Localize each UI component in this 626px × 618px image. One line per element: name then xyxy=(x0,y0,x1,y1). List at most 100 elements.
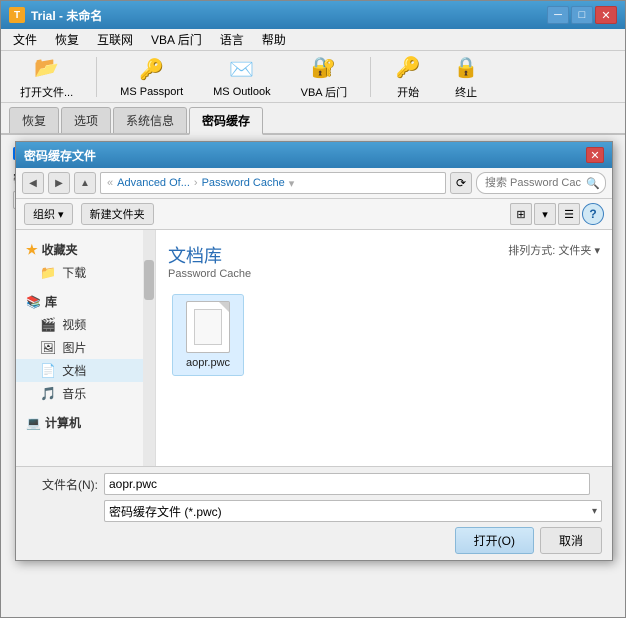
title-bar-left: T Trial - 未命名 xyxy=(9,7,102,24)
app-icon: T xyxy=(9,7,25,23)
nav-videos[interactable]: 🎬 视频 xyxy=(16,313,155,336)
menu-internet[interactable]: 互联网 xyxy=(89,29,141,50)
file-item-aopr-pwc[interactable]: aopr.pwc xyxy=(172,294,244,376)
refresh-button[interactable]: ⟳ xyxy=(450,172,472,194)
scrollbar-thumb[interactable] xyxy=(144,260,154,300)
title-bar: T Trial - 未命名 ─ □ ✕ xyxy=(1,1,625,29)
menu-bar: 文件 恢复 互联网 VBA 后门 语言 帮助 xyxy=(1,29,625,51)
nav-favorites-label: 收藏夹 xyxy=(42,241,78,258)
search-wrapper: 🔍 xyxy=(476,172,606,194)
library-subtitle: Password Cache xyxy=(168,268,251,280)
view-buttons: ⊞ ▾ ☰ ? xyxy=(510,203,604,225)
minimize-button[interactable]: ─ xyxy=(547,6,569,24)
content-files: aopr.pwc xyxy=(168,290,600,380)
vba-button[interactable]: 🔐 VBA 后门 xyxy=(290,49,358,105)
maximize-button[interactable]: □ xyxy=(571,6,593,24)
title-controls: ─ □ ✕ xyxy=(547,6,617,24)
nav-pictures[interactable]: 🖼 图片 xyxy=(16,336,155,359)
filetype-value: 密码缓存文件 (*.pwc) xyxy=(109,503,222,520)
ms-passport-button[interactable]: 🔑 MS Passport xyxy=(109,51,194,103)
filetype-dropdown[interactable]: 密码缓存文件 (*.pwc) ▾ xyxy=(104,500,602,522)
star-icon: ★ xyxy=(26,242,38,258)
filename-row: 文件名(N): xyxy=(26,473,602,495)
nav-downloads[interactable]: 📁 下载 xyxy=(16,261,155,284)
menu-help[interactable]: 帮助 xyxy=(254,29,294,50)
filename-input[interactable] xyxy=(104,473,590,495)
ms-outlook-label: MS Outlook xyxy=(213,86,270,98)
content-area: 文档库 Password Cache 排列方式: 文件夹 ▾ aopr.pwc xyxy=(156,230,612,466)
open-button[interactable]: 打开(O) xyxy=(455,527,534,554)
folder-open-icon: 📂 xyxy=(33,54,61,82)
organize-button[interactable]: 组织 ▾ xyxy=(24,203,73,225)
dialog-toolbar: 组织 ▾ 新建文件夹 ⊞ ▾ ☰ ? xyxy=(16,199,612,230)
search-icon: 🔍 xyxy=(586,177,600,190)
nav-favorites[interactable]: ★ 收藏夹 xyxy=(16,238,155,261)
stop-label: 终止 xyxy=(455,84,477,100)
download-folder-icon: 📁 xyxy=(40,265,56,281)
view-icon-button[interactable]: ⊞ xyxy=(510,203,532,225)
nav-computer[interactable]: 💻 计算机 xyxy=(16,411,155,434)
file-icon-inner xyxy=(194,309,222,345)
view-details-button[interactable]: ☰ xyxy=(558,203,580,225)
library-icon: 📚 xyxy=(26,295,41,309)
tab-sysinfo[interactable]: 系统信息 xyxy=(113,107,187,133)
toolbar: 📂 打开文件... 🔑 MS Passport ✉️ MS Outlook 🔐 … xyxy=(1,51,625,103)
toolbar-separator-1 xyxy=(96,57,97,97)
file-dialog: 密码缓存文件 ✕ ◀ ▶ ▲ « Advanced Of... › Passwo… xyxy=(15,141,613,561)
new-folder-button[interactable]: 新建文件夹 xyxy=(81,203,154,225)
documents-icon: 📄 xyxy=(40,363,56,379)
library-header: 文档库 Password Cache xyxy=(168,242,251,280)
breadcrumb-password-cache[interactable]: Password Cache xyxy=(202,177,285,189)
vba-icon: 🔐 xyxy=(310,54,338,82)
tab-password-cache[interactable]: 密码缓存 xyxy=(189,107,263,135)
open-file-button[interactable]: 📂 打开文件... xyxy=(9,49,84,105)
address-path[interactable]: « Advanced Of... › Password Cache ▾ xyxy=(100,172,446,194)
help-button[interactable]: ? xyxy=(582,203,604,225)
menu-language[interactable]: 语言 xyxy=(212,29,252,50)
video-icon: 🎬 xyxy=(40,317,56,333)
nav-music-label: 音乐 xyxy=(62,385,86,402)
menu-file[interactable]: 文件 xyxy=(5,29,45,50)
nav-library[interactable]: 📚 库 xyxy=(16,290,155,313)
nav-downloads-label: 下载 xyxy=(62,264,86,281)
dialog-title: 密码缓存文件 xyxy=(24,147,96,164)
dialog-close-button[interactable]: ✕ xyxy=(586,147,604,163)
address-bar: ◀ ▶ ▲ « Advanced Of... › Password Cache … xyxy=(16,168,612,199)
start-button[interactable]: 🔑 开始 xyxy=(383,49,433,105)
file-name: aopr.pwc xyxy=(186,357,230,369)
toolbar-separator-2 xyxy=(370,57,371,97)
breadcrumb-dropdown-arrow[interactable]: ▾ xyxy=(289,177,295,190)
up-button[interactable]: ▲ xyxy=(74,172,96,194)
tab-options[interactable]: 选项 xyxy=(61,107,111,133)
sort-button[interactable]: 排列方式: 文件夹 ▾ xyxy=(508,242,600,258)
stop-button[interactable]: 🔒 终止 xyxy=(441,49,491,105)
nav-panel: ★ 收藏夹 📁 下载 📚 库 🎬 视频 🖼 xyxy=(16,230,156,466)
file-icon xyxy=(186,301,230,353)
ms-outlook-button[interactable]: ✉️ MS Outlook xyxy=(202,51,281,103)
breadcrumb-sep-2: › xyxy=(194,177,198,189)
nav-documents-label: 文档 xyxy=(62,362,86,379)
back-button[interactable]: ◀ xyxy=(22,172,44,194)
forward-button[interactable]: ▶ xyxy=(48,172,70,194)
stop-icon: 🔒 xyxy=(452,54,480,82)
cancel-button[interactable]: 取消 xyxy=(540,527,602,554)
dialog-body: ★ 收藏夹 📁 下载 📚 库 🎬 视频 🖼 xyxy=(16,230,612,466)
menu-restore[interactable]: 恢复 xyxy=(47,29,87,50)
start-icon: 🔑 xyxy=(394,54,422,82)
computer-icon: 💻 xyxy=(26,416,41,430)
vba-label: VBA 后门 xyxy=(301,84,347,100)
tab-restore[interactable]: 恢复 xyxy=(9,107,59,133)
menu-vba[interactable]: VBA 后门 xyxy=(143,29,210,50)
nav-videos-label: 视频 xyxy=(62,316,86,333)
view-dropdown-button[interactable]: ▾ xyxy=(534,203,556,225)
nav-pictures-label: 图片 xyxy=(63,339,87,356)
breadcrumb-advanced-of[interactable]: Advanced Of... xyxy=(117,177,190,189)
tab-bar: 恢复 选项 系统信息 密码缓存 xyxy=(1,103,625,135)
content-header: 文档库 Password Cache 排列方式: 文件夹 ▾ xyxy=(168,242,600,280)
dialog-bottom: 文件名(N): 密码缓存文件 (*.pwc) ▾ 打开(O) 取消 xyxy=(16,466,612,560)
dialog-actions: 打开(O) 取消 xyxy=(26,527,602,554)
nav-documents[interactable]: 📄 文档 xyxy=(16,359,155,382)
ms-outlook-icon: ✉️ xyxy=(228,56,256,84)
close-button[interactable]: ✕ xyxy=(595,6,617,24)
nav-music[interactable]: 🎵 音乐 xyxy=(16,382,155,405)
